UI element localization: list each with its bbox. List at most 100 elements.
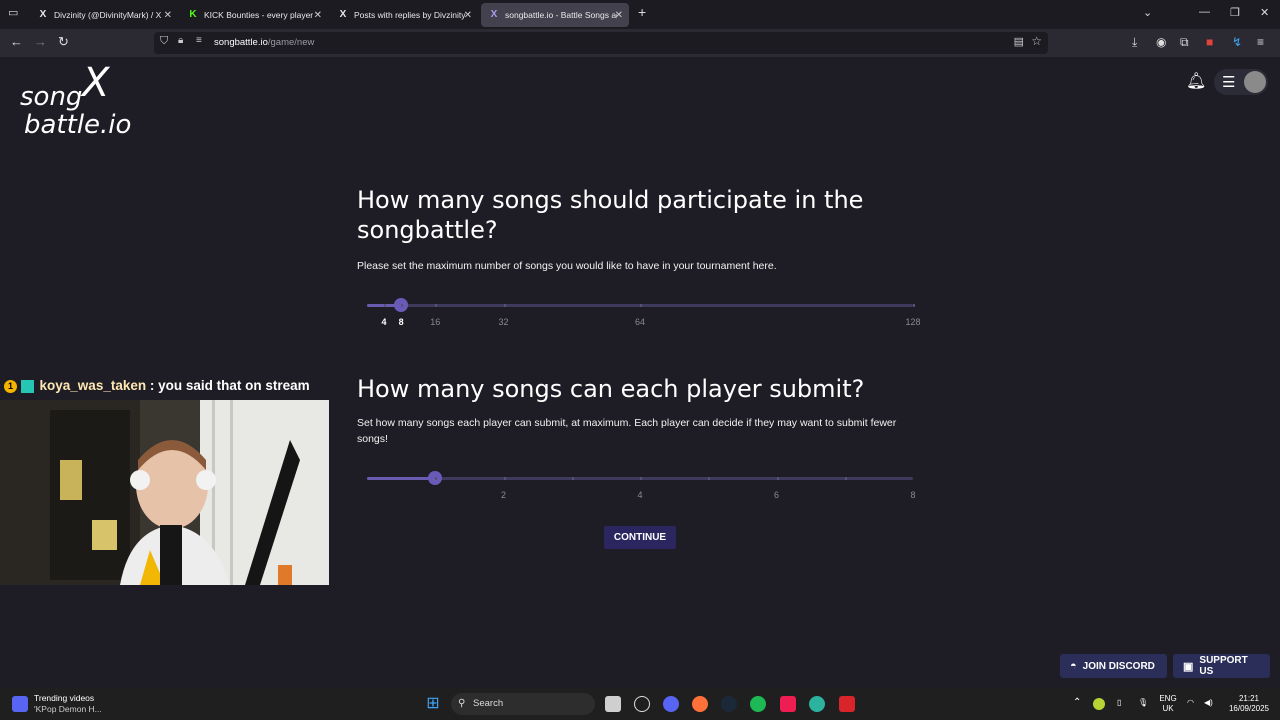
tab-title: songbattle.io - Battle Songs ag xyxy=(505,10,617,20)
close-tab-icon[interactable]: ✕ xyxy=(615,10,623,21)
account-icon[interactable]: ◉ xyxy=(1156,35,1166,49)
address-bar[interactable]: ⛉ 🔒︎ ≡ songbattle.io/game/new ▤ ☆ xyxy=(154,32,1048,54)
player-submit-description: Set how many songs each player can submi… xyxy=(357,417,897,445)
slider-mark-label: 64 xyxy=(634,317,646,327)
close-tab-icon[interactable]: ✕ xyxy=(314,10,322,21)
shield-icon[interactable]: ⛉ xyxy=(160,35,168,48)
slider-tick xyxy=(708,477,711,480)
chevron-down-icon[interactable]: ⌄ xyxy=(1143,6,1152,19)
trending-title: Trending videos xyxy=(34,693,95,703)
app-icon[interactable] xyxy=(839,696,855,712)
battery-icon[interactable]: ▯ xyxy=(1117,698,1121,708)
tray-app-icon[interactable] xyxy=(1093,698,1105,710)
chat-username: koya_was_taken xyxy=(39,378,147,393)
chat-message: : you said that on stream xyxy=(149,378,310,393)
player-submit-slider[interactable] xyxy=(367,471,913,485)
extensions-icon[interactable]: ⧉ xyxy=(1180,35,1189,49)
slider-tick xyxy=(640,304,642,307)
lang-bottom: UK xyxy=(1162,704,1174,713)
app-menu-icon[interactable]: ≡ xyxy=(1257,35,1264,49)
volume-icon[interactable]: ◀︎) xyxy=(1204,698,1213,708)
tab-title: Divzinity (@DivinityMark) / X xyxy=(54,10,162,20)
slider-tick xyxy=(503,477,506,480)
bell-icon[interactable]: 🔔︎ xyxy=(1186,71,1206,91)
windows-start-icon[interactable]: ⊞ xyxy=(425,696,441,712)
x-logo-icon: X xyxy=(39,9,47,20)
taskbar-search[interactable]: ⚲ Search xyxy=(451,693,595,715)
restore-icon[interactable]: ❐ xyxy=(1230,6,1240,19)
slider-tick xyxy=(571,477,574,480)
discord-icon: ◓ xyxy=(1070,660,1077,672)
slider-fill xyxy=(367,477,436,480)
chevron-up-icon[interactable]: ⌃ xyxy=(1073,698,1081,708)
songs-count-heading: How many songs should participate in the… xyxy=(357,186,864,244)
tab-title: Posts with replies by Divzinity ( xyxy=(354,10,466,20)
page-content: song battle.io X 🔔︎ ☰ How many songs sho… xyxy=(0,57,1280,688)
permissions-icon[interactable]: ≡ xyxy=(196,35,202,46)
slider-tick xyxy=(503,304,506,307)
webcam-image xyxy=(0,400,329,585)
task-view-icon[interactable] xyxy=(605,696,621,712)
minimize-icon[interactable]: — xyxy=(1199,6,1210,18)
back-icon[interactable]: ← xyxy=(10,35,23,49)
slider-tick xyxy=(384,304,387,307)
discord-taskbar-icon[interactable] xyxy=(663,696,679,712)
slider-tick xyxy=(435,477,438,480)
reload-icon[interactable]: ↻ xyxy=(58,35,69,49)
songbattle-logo[interactable]: song battle.io X xyxy=(20,63,131,139)
lock-icon[interactable]: 🔒︎ xyxy=(178,35,183,46)
language-indicator[interactable]: ENG UK xyxy=(1157,694,1179,714)
clock[interactable]: 21:21 16/09/2025 xyxy=(1224,694,1274,714)
firefox-icon[interactable] xyxy=(692,696,708,712)
steam-icon[interactable] xyxy=(721,696,737,712)
songs-count-description: Please set the maximum number of songs y… xyxy=(357,260,777,272)
clock-time: 21:21 xyxy=(1238,694,1260,703)
forward-icon[interactable]: → xyxy=(34,35,47,49)
microphone-icon[interactable]: 🎙︎ xyxy=(1138,698,1148,708)
user-menu-button[interactable]: ☰ xyxy=(1214,69,1268,95)
lang-top: ENG xyxy=(1159,694,1177,703)
browser-tab-3[interactable]: X Posts with replies by Divzinity ( ✕ xyxy=(330,3,478,27)
tab-list-icon[interactable]: ▭ xyxy=(8,6,18,19)
close-tab-icon[interactable]: ✕ xyxy=(464,10,472,21)
songbattle-logo-icon: X xyxy=(490,9,498,20)
browser-tab-2[interactable]: K KICK Bounties - every player fo ✕ xyxy=(180,3,328,27)
new-tab-icon[interactable]: + xyxy=(638,4,646,20)
support-us-button[interactable]: ▣ SUPPORT US xyxy=(1173,654,1270,678)
extension-badge-icon[interactable]: ■ xyxy=(1206,35,1213,49)
close-window-icon[interactable]: ✕ xyxy=(1260,6,1269,19)
edge-icon[interactable] xyxy=(809,696,825,712)
kick-logo-icon: K xyxy=(189,9,197,20)
join-discord-label: JOIN DISCORD xyxy=(1082,660,1155,672)
bookmark-star-icon[interactable]: ☆ xyxy=(1031,34,1042,48)
slider-mark-label: 4 xyxy=(381,317,387,327)
join-discord-button[interactable]: ◓ JOIN DISCORD xyxy=(1060,654,1167,678)
songs-count-slider[interactable] xyxy=(367,298,915,312)
obs-icon[interactable] xyxy=(634,696,650,712)
hamburger-icon: ☰ xyxy=(1222,74,1236,91)
slider-tick xyxy=(401,304,404,307)
slider-mark-label: 8 xyxy=(398,317,404,327)
player-submit-heading: How many songs can each player submit? xyxy=(357,375,865,403)
browser-navbar: ← → ↻ ⛉ 🔒︎ ≡ songbattle.io/game/new ▤ ☆ … xyxy=(0,29,1280,57)
slider-mark-label: 8 xyxy=(910,490,916,500)
slider-mark-label: 2 xyxy=(500,490,507,500)
trending-widget[interactable]: Trending videos 'KPop Demon H... xyxy=(34,693,102,715)
reader-view-icon[interactable]: ▤ xyxy=(1014,35,1024,48)
slider-tick xyxy=(776,477,779,480)
continue-button[interactable]: CONTINUE xyxy=(604,526,676,549)
wifi-icon[interactable]: ◠ xyxy=(1187,698,1194,708)
downloads-icon[interactable]: ⤓ xyxy=(1132,35,1137,49)
slider-tick xyxy=(844,477,847,480)
translate-icon[interactable]: ↯ xyxy=(1232,35,1242,49)
widgets-icon[interactable] xyxy=(12,696,28,712)
x-logo-icon: X xyxy=(339,9,347,20)
search-icon: ⚲ xyxy=(458,698,466,709)
browser-tab-1[interactable]: X Divzinity (@DivinityMark) / X ✕ xyxy=(30,3,178,27)
slider-tick xyxy=(435,304,438,307)
tiktok-icon[interactable] xyxy=(780,696,796,712)
slider-tick xyxy=(913,304,915,307)
browser-tab-4-active[interactable]: X songbattle.io - Battle Songs ag ✕ xyxy=(481,3,629,27)
close-tab-icon[interactable]: ✕ xyxy=(164,10,172,21)
spotify-icon[interactable] xyxy=(750,696,766,712)
